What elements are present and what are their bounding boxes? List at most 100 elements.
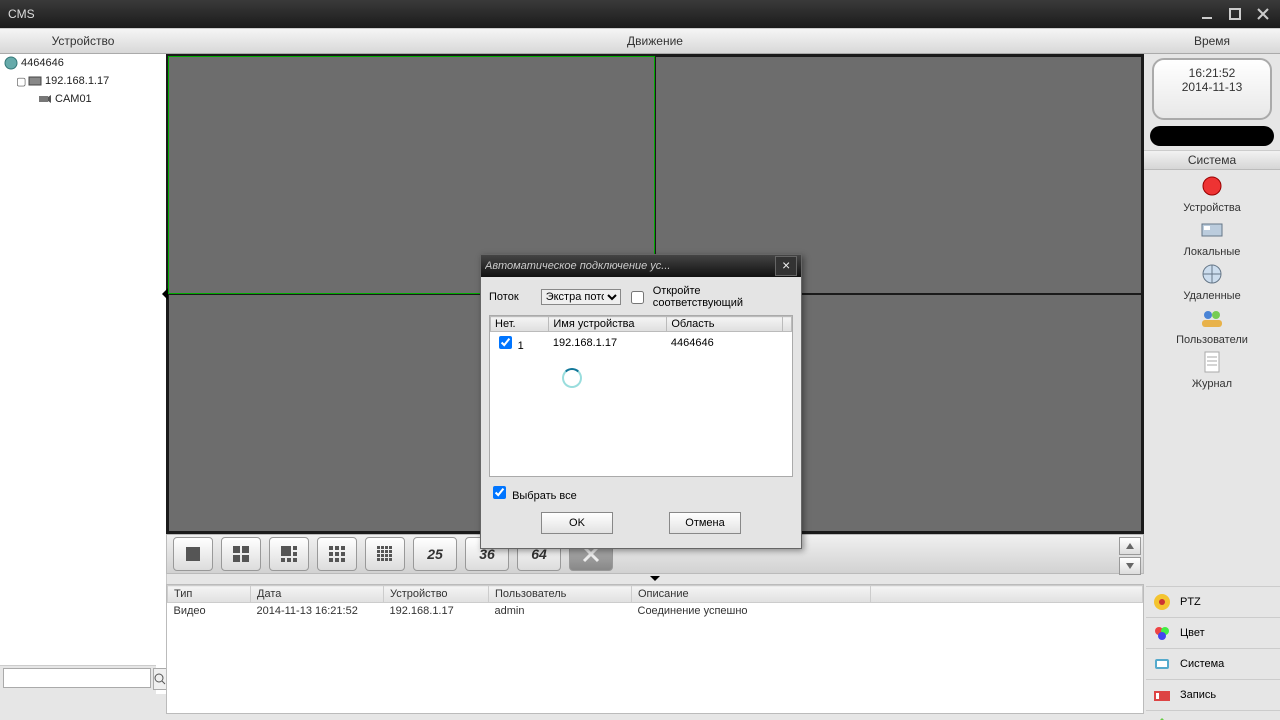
users-icon (1198, 304, 1226, 332)
options-icon (1152, 716, 1172, 720)
system-item-label: Локальные (1144, 246, 1280, 258)
page-down-button[interactable] (1119, 557, 1141, 575)
log-cell-desc: Соединение успешно (632, 603, 871, 620)
dlg-cell-name: 192.168.1.17 (549, 332, 667, 354)
tree-root[interactable]: 4464646 (0, 54, 166, 72)
log-col-device[interactable]: Устройство (384, 586, 489, 603)
record-tab-icon (1152, 685, 1172, 705)
page-updown (1119, 537, 1141, 575)
device-tree: 4464646 ▢ 192.168.1.17 CAM01 (0, 54, 167, 694)
close-button[interactable] (1250, 4, 1276, 24)
dlg-row-checkbox[interactable] (499, 336, 512, 349)
system-users[interactable]: Пользователи (1144, 304, 1280, 346)
window-titlebar: CMS (0, 0, 1280, 28)
dlg-col-extra[interactable] (783, 317, 792, 332)
stream-label: Поток (489, 291, 535, 303)
system-devices[interactable]: Устройства (1144, 172, 1280, 214)
record-icon (1198, 172, 1226, 200)
maximize-button[interactable] (1222, 4, 1248, 24)
log-col-type[interactable]: Тип (168, 586, 251, 603)
top-nav: Устройство Движение Время (0, 28, 1280, 54)
dialog-titlebar[interactable]: Автоматическое подключение ус... × (481, 255, 801, 277)
device-icon (28, 74, 42, 88)
log-col-extra[interactable] (871, 586, 1143, 603)
tab-color[interactable]: Цвет (1146, 617, 1280, 648)
dlg-col-area[interactable]: Область (667, 317, 783, 332)
system-item-label: Удаленные (1144, 290, 1280, 302)
system-local[interactable]: Локальные (1144, 216, 1280, 258)
log-cell-date: 2014-11-13 16:21:52 (251, 603, 384, 620)
tab-ptz[interactable]: PTZ (1146, 586, 1280, 617)
log-cell-device: 192.168.1.17 (384, 603, 489, 620)
open-checkbox[interactable] (631, 291, 644, 304)
minimize-button[interactable] (1194, 4, 1220, 24)
tree-root-label: 4464646 (21, 57, 64, 69)
dlg-col-no[interactable]: Нет. (491, 317, 549, 332)
loading-spinner-icon (562, 368, 582, 388)
system-remote[interactable]: Удаленные (1144, 260, 1280, 302)
main-area: 4464646 ▢ 192.168.1.17 CAM01 16:21:52 (0, 54, 1280, 534)
gear-icon (1152, 654, 1172, 674)
tab-options[interactable]: Опции (1146, 710, 1280, 720)
log-row[interactable]: Видео 2014-11-13 16:21:52 192.168.1.17 a… (168, 603, 1143, 620)
layout-16[interactable] (365, 537, 405, 571)
layout-25[interactable]: 25 (413, 537, 457, 571)
app-title: CMS (4, 7, 1192, 21)
search-button[interactable] (153, 668, 167, 690)
layout-1[interactable] (173, 537, 213, 571)
select-all-checkbox[interactable] (493, 486, 506, 499)
system-item-label: Устройства (1144, 202, 1280, 214)
tree-search-bar (0, 665, 156, 694)
tree-camera[interactable]: CAM01 (0, 90, 166, 108)
dialog-title: Автоматическое подключение ус... (485, 260, 775, 272)
clock-date: 2014-11-13 (1154, 80, 1270, 94)
globe-icon (4, 56, 18, 70)
tree-device-label: 192.168.1.17 (45, 75, 109, 87)
dlg-col-name[interactable]: Имя устройства (549, 317, 667, 332)
log-col-user[interactable]: Пользователь (489, 586, 632, 603)
layout-4[interactable] (221, 537, 261, 571)
log-icon (1198, 348, 1226, 376)
collapse-log-icon[interactable] (650, 576, 660, 581)
tab-record[interactable]: Запись (1146, 679, 1280, 710)
system-section-title: Система (1144, 150, 1280, 170)
camera-icon (38, 92, 52, 106)
tab-label: Система (1180, 658, 1224, 670)
dialog-device-table: Нет. Имя устройства Область 1 192.168.1.… (489, 315, 793, 477)
tab-system[interactable]: Система (1146, 648, 1280, 679)
collapse-icon[interactable]: ▢ (16, 75, 26, 88)
nav-device[interactable]: Устройство (0, 29, 166, 53)
page-up-button[interactable] (1119, 537, 1141, 555)
open-label: Откройте соответствующий (653, 285, 793, 309)
tab-label: Цвет (1180, 627, 1205, 639)
layout-6[interactable] (269, 537, 309, 571)
system-log[interactable]: Журнал (1144, 348, 1280, 390)
log-cell-user: admin (489, 603, 632, 620)
log-col-desc[interactable]: Описание (632, 586, 871, 603)
ok-button[interactable]: OK (541, 512, 613, 534)
log-cell-type: Видео (168, 603, 251, 620)
dialog-close-button[interactable]: × (775, 256, 797, 276)
tab-label: PTZ (1180, 596, 1201, 608)
dlg-cell-area: 4464646 (667, 332, 783, 354)
clock-time: 16:21:52 (1154, 66, 1270, 80)
tree-device[interactable]: ▢ 192.168.1.17 (0, 72, 166, 90)
cancel-button[interactable]: Отмена (669, 512, 741, 534)
status-bar (1150, 126, 1274, 146)
collapse-tree-icon[interactable] (162, 288, 168, 300)
dlg-row[interactable]: 1 192.168.1.17 4464646 (491, 332, 792, 354)
log-panel: Тип Дата Устройство Пользователь Описани… (166, 584, 1144, 714)
select-all-label: Выбрать все (512, 490, 577, 502)
search-input[interactable] (3, 668, 151, 688)
layout-9[interactable] (317, 537, 357, 571)
nav-playback[interactable]: Движение (166, 29, 1144, 53)
stream-select[interactable]: Экстра поток (541, 289, 621, 305)
local-icon (1198, 216, 1226, 244)
log-col-date[interactable]: Дата (251, 586, 384, 603)
system-item-label: Журнал (1144, 378, 1280, 390)
ptz-icon (1152, 592, 1172, 612)
nav-time[interactable]: Время (1144, 29, 1280, 53)
tab-label: Запись (1180, 689, 1216, 701)
remote-icon (1198, 260, 1226, 288)
right-tabs: PTZ Цвет Система Запись Опции Выход (1146, 586, 1280, 720)
